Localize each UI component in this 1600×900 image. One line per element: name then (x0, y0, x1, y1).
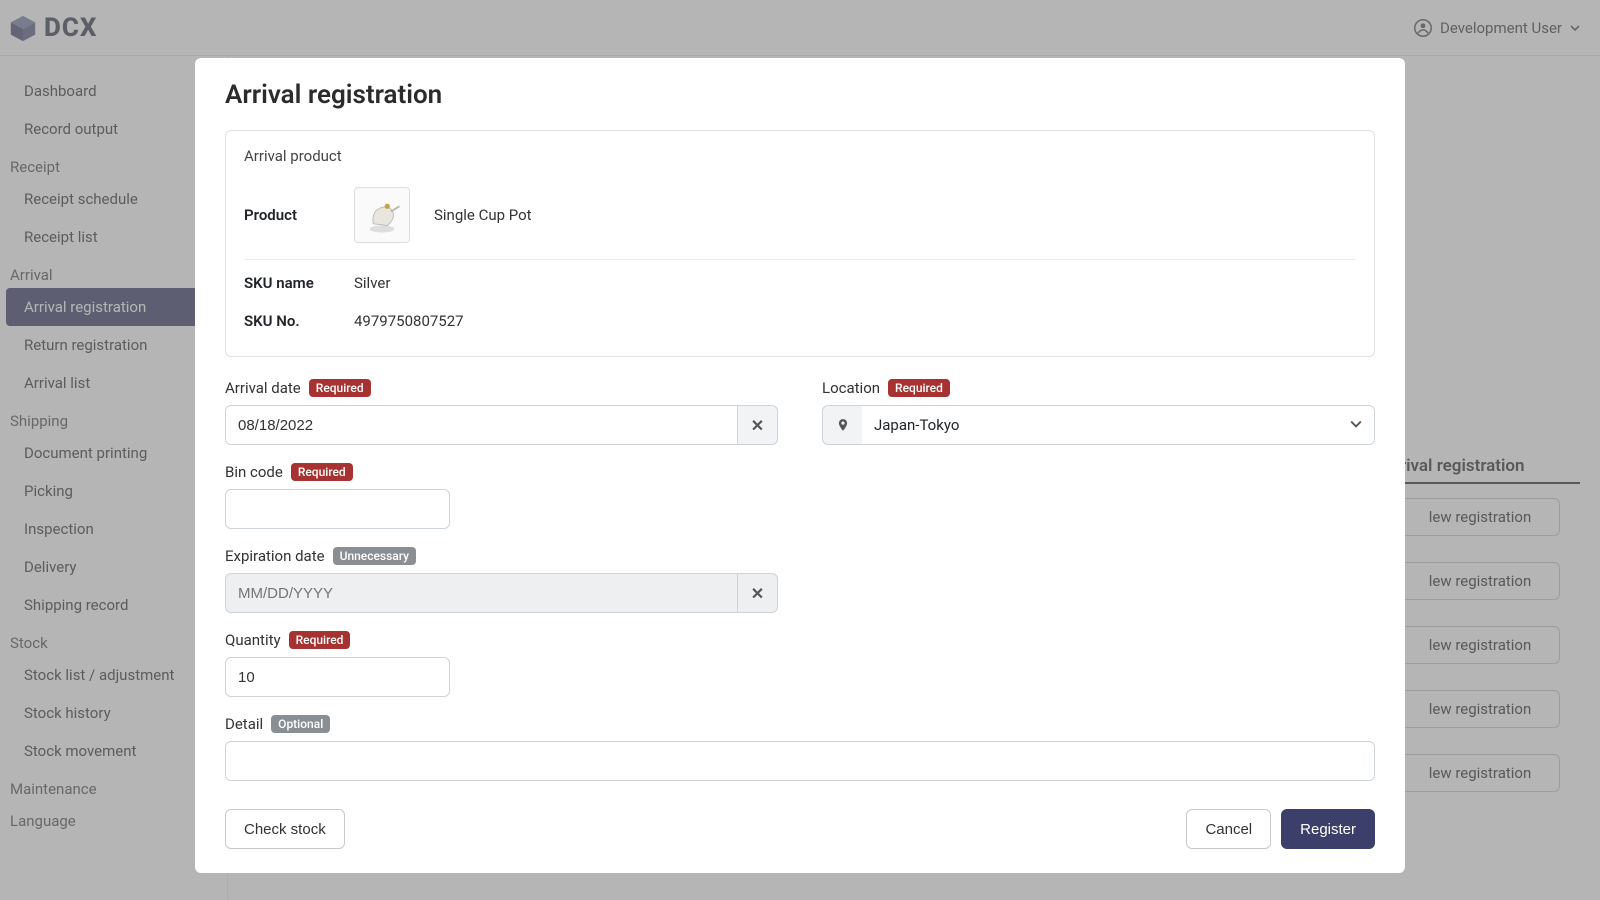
close-icon: ✕ (751, 584, 764, 603)
quantity-input[interactable] (225, 657, 450, 697)
clear-expiration-button[interactable]: ✕ (738, 573, 778, 613)
required-badge: Required (888, 379, 950, 397)
modal-footer: Check stock Cancel Register (225, 809, 1375, 849)
modal-title: Arrival registration (225, 80, 1375, 110)
chevron-down-icon (1350, 416, 1362, 434)
quantity-label: Quantity Required (225, 631, 778, 649)
detail-input[interactable] (225, 741, 1375, 781)
required-badge: Required (289, 631, 351, 649)
check-stock-button[interactable]: Check stock (225, 809, 345, 849)
cancel-button[interactable]: Cancel (1186, 809, 1271, 849)
location-selected-value: Japan-Tokyo (874, 416, 959, 434)
required-badge: Required (291, 463, 353, 481)
arrival-registration-modal: Arrival registration Arrival product Pro… (195, 58, 1405, 873)
product-thumbnail (354, 187, 410, 243)
required-badge: Required (309, 379, 371, 397)
sku-name-label: SKU name (244, 274, 330, 292)
sku-name-row: SKU name Silver (244, 264, 1356, 302)
product-label: Product (244, 206, 330, 224)
sku-no-label: SKU No. (244, 312, 330, 330)
register-button[interactable]: Register (1281, 809, 1375, 849)
modal-overlay: Arrival registration Arrival product Pro… (0, 0, 1600, 900)
map-pin-icon (836, 418, 850, 432)
arrival-date-input[interactable] (225, 405, 738, 445)
optional-badge: Optional (271, 715, 330, 733)
product-name: Single Cup Pot (434, 206, 532, 224)
detail-label: Detail Optional (225, 715, 1375, 733)
clear-arrival-date-button[interactable]: ✕ (738, 405, 778, 445)
bin-code-input[interactable] (225, 489, 450, 529)
product-row: Product Single Cup Pot (244, 179, 1356, 260)
unnecessary-badge: Unnecessary (333, 547, 416, 565)
location-label: Location Required (822, 379, 1375, 397)
expiration-date-input[interactable] (225, 573, 738, 613)
sku-no-value: 4979750807527 (354, 312, 464, 330)
expiration-date-label: Expiration date Unnecessary (225, 547, 778, 565)
arrival-product-card-title: Arrival product (244, 147, 1356, 165)
sku-name-value: Silver (354, 274, 390, 292)
location-pin-addon (822, 405, 862, 445)
location-select[interactable]: Japan-Tokyo (862, 405, 1375, 445)
close-icon: ✕ (751, 416, 764, 435)
arrival-date-label: Arrival date Required (225, 379, 778, 397)
sku-no-row: SKU No. 4979750807527 (244, 302, 1356, 340)
arrival-product-card: Arrival product Product Single Cup Pot S… (225, 130, 1375, 357)
bin-code-label: Bin code Required (225, 463, 778, 481)
